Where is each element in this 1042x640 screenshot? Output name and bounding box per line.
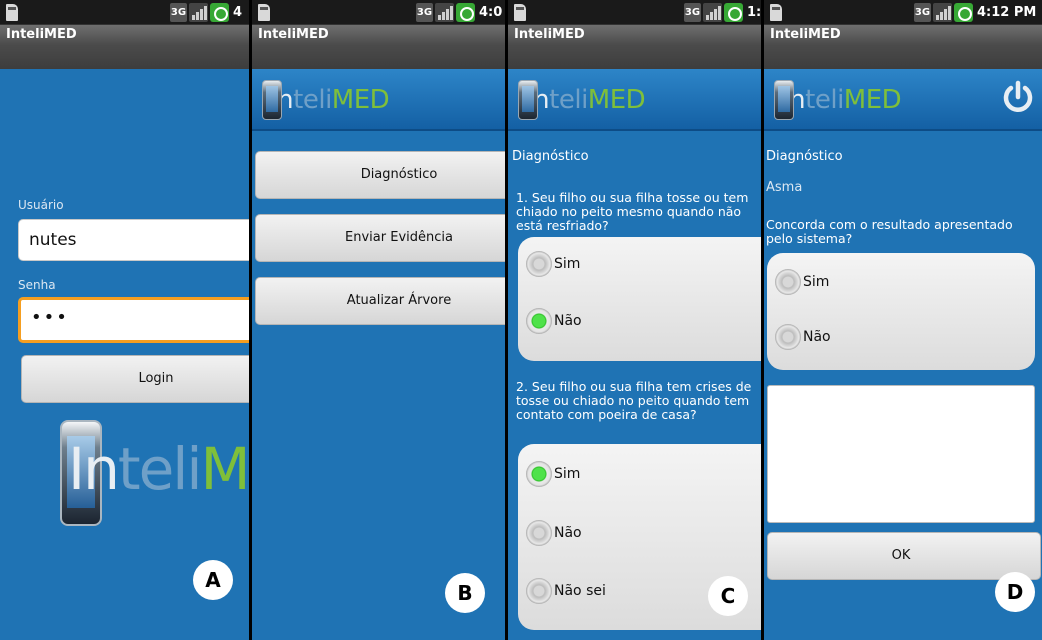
title-bar: InteliMED xyxy=(0,25,249,69)
logo-header: InteliMED xyxy=(252,69,505,131)
sd-card-icon xyxy=(6,4,18,21)
radio-checked-icon xyxy=(526,461,552,487)
sd-card-icon xyxy=(258,4,270,21)
radio-option-sim[interactable]: Sim xyxy=(775,269,829,303)
ok-button[interactable]: OK xyxy=(767,532,1041,580)
signal-icon xyxy=(703,3,722,22)
battery-icon xyxy=(210,3,229,22)
screen-questionnaire: 3G 1: InteliMED InteliMED Diagnóstico 1. … xyxy=(508,0,761,640)
login-button[interactable]: Login xyxy=(21,355,249,403)
signal-icon xyxy=(189,3,208,22)
figure-label-badge: C xyxy=(708,576,748,616)
title-bar: InteliMED xyxy=(252,25,505,69)
radio-unchecked-icon xyxy=(526,520,552,546)
radio-unchecked-icon xyxy=(775,269,801,295)
menu-item-atualizar-arvore[interactable]: Atualizar Árvore xyxy=(255,277,505,325)
app-title: InteliMED xyxy=(258,27,329,42)
status-bar: 3G 1: xyxy=(508,0,761,25)
status-icons: 3G 4:0 xyxy=(416,3,502,22)
app-title: InteliMED xyxy=(6,27,77,42)
signal-icon xyxy=(933,3,952,22)
radio-option-nao-sei[interactable]: Não sei xyxy=(526,578,606,612)
status-bar: 3G 4:12 PM xyxy=(764,0,1042,25)
intelimed-logo: InteliMED xyxy=(262,77,390,123)
menu-item-diagnostico[interactable]: Diagnóstico xyxy=(255,151,505,199)
section-title: Diagnóstico xyxy=(766,149,843,164)
status-time: 1: xyxy=(747,5,761,20)
status-icons: 3G 4 xyxy=(170,3,242,22)
app-title: InteliMED xyxy=(770,27,841,42)
status-bar: 3G 4:0 xyxy=(252,0,505,25)
signal-icon xyxy=(435,3,454,22)
status-time: 4:0 xyxy=(479,5,503,20)
logo-header: InteliMED xyxy=(508,69,761,131)
3g-icon: 3G xyxy=(684,3,701,22)
figure-label-badge: D xyxy=(995,572,1035,612)
section-title: Diagnóstico xyxy=(512,149,589,164)
username-input[interactable]: nutes xyxy=(18,219,249,261)
confirm-question: Concorda com o resultado apresentado pel… xyxy=(766,217,1013,246)
logo-header: InteliMED xyxy=(764,69,1042,131)
intelimed-logo: InteliMED xyxy=(60,420,249,526)
radio-unchecked-icon xyxy=(526,251,552,277)
screen-login: 3G 4 InteliMED Usuário nutes Senha ••• Lo… xyxy=(0,0,249,640)
radio-checked-icon xyxy=(526,308,552,334)
figure-label-badge: A xyxy=(193,560,233,600)
radio-unchecked-icon xyxy=(775,324,801,350)
comment-textarea[interactable] xyxy=(767,385,1035,523)
intelimed-logo: InteliMED xyxy=(774,77,902,123)
power-icon[interactable] xyxy=(1002,80,1034,114)
phone-logo-icon xyxy=(262,80,282,120)
title-bar: InteliMED xyxy=(508,25,761,69)
sd-card-icon xyxy=(770,4,782,21)
status-time: 4 xyxy=(233,5,243,20)
radio-unchecked-icon xyxy=(526,578,552,604)
figure-label-badge: B xyxy=(445,573,485,613)
question-1: 1. Seu filho ou sua filha tosse ou tem c… xyxy=(516,190,749,233)
diagnosis-result: Asma xyxy=(766,180,803,195)
status-icons: 3G 1: xyxy=(684,3,761,22)
question-1-options: Sim Não xyxy=(518,237,761,361)
3g-icon: 3G xyxy=(914,3,931,22)
username-label: Usuário xyxy=(18,198,64,212)
screen-menu: 3G 4:0 InteliMED InteliMED Diagnóstico En… xyxy=(252,0,505,640)
intelimed-logo: InteliMED xyxy=(518,77,646,123)
password-input[interactable]: ••• xyxy=(18,297,249,343)
radio-option-sim[interactable]: Sim xyxy=(526,251,580,285)
radio-option-nao[interactable]: Não xyxy=(526,308,582,342)
battery-icon xyxy=(724,3,743,22)
status-bar: 3G 4 xyxy=(0,0,249,25)
status-time: 4:12 PM xyxy=(977,5,1037,20)
radio-option-nao[interactable]: Não xyxy=(775,324,831,358)
battery-icon xyxy=(456,3,475,22)
menu-item-enviar-evidencia[interactable]: Enviar Evidência xyxy=(255,214,505,262)
radio-option-nao[interactable]: Não xyxy=(526,520,582,554)
battery-icon xyxy=(954,3,973,22)
sd-card-icon xyxy=(514,4,526,21)
3g-icon: 3G xyxy=(416,3,433,22)
3g-icon: 3G xyxy=(170,3,187,22)
app-title: InteliMED xyxy=(514,27,585,42)
password-label: Senha xyxy=(18,278,56,292)
question-2: 2. Seu filho ou sua filha tem crises de … xyxy=(516,379,752,422)
title-bar: InteliMED xyxy=(764,25,1042,69)
radio-option-sim[interactable]: Sim xyxy=(526,461,580,495)
phone-logo-icon xyxy=(774,80,794,120)
phone-logo-icon xyxy=(518,80,538,120)
screen-result: 3G 4:12 PM InteliMED InteliMED Diagnóstic… xyxy=(764,0,1042,640)
confirm-options: Sim Não xyxy=(767,253,1035,370)
status-icons: 3G 4:12 PM xyxy=(914,3,1036,22)
